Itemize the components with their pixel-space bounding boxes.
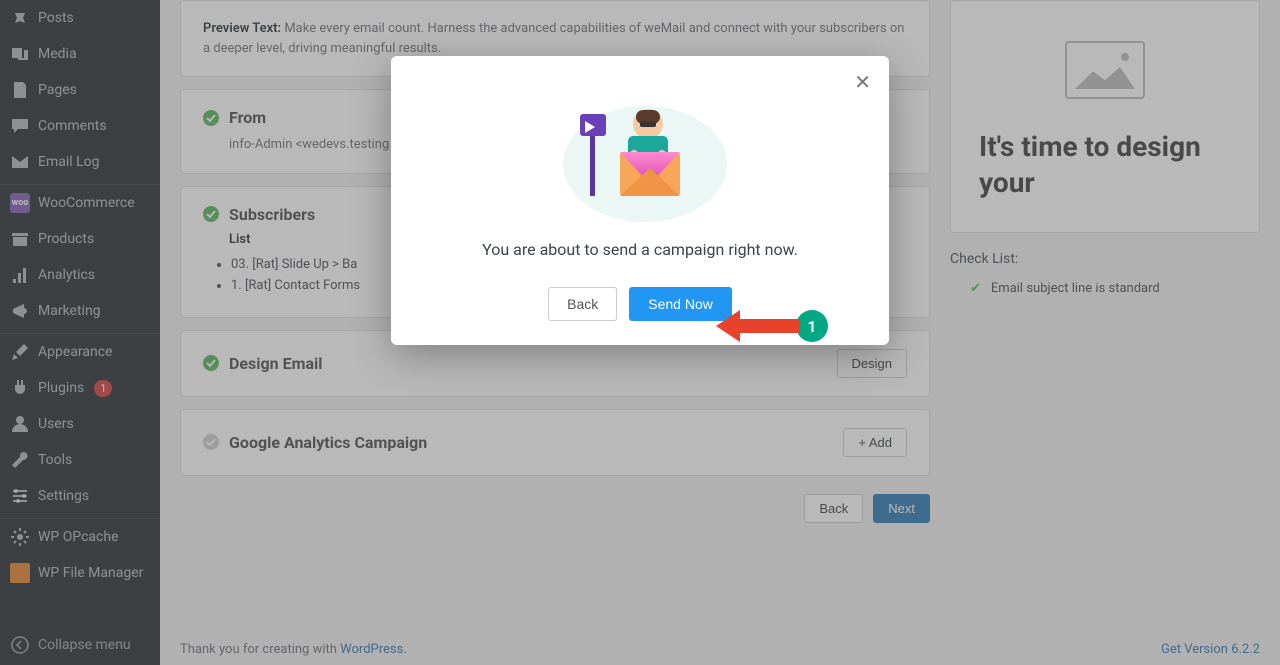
modal-illustration [550, 84, 730, 224]
modal-back-button[interactable]: Back [548, 287, 617, 321]
modal-message: You are about to send a campaign right n… [415, 240, 865, 259]
annotation-arrow: 1 [740, 310, 828, 342]
close-icon[interactable]: ✕ [854, 70, 871, 94]
annotation-number: 1 [796, 310, 828, 342]
send-confirm-modal: ✕ [391, 56, 889, 345]
modal-overlay[interactable]: ✕ [0, 0, 1280, 665]
